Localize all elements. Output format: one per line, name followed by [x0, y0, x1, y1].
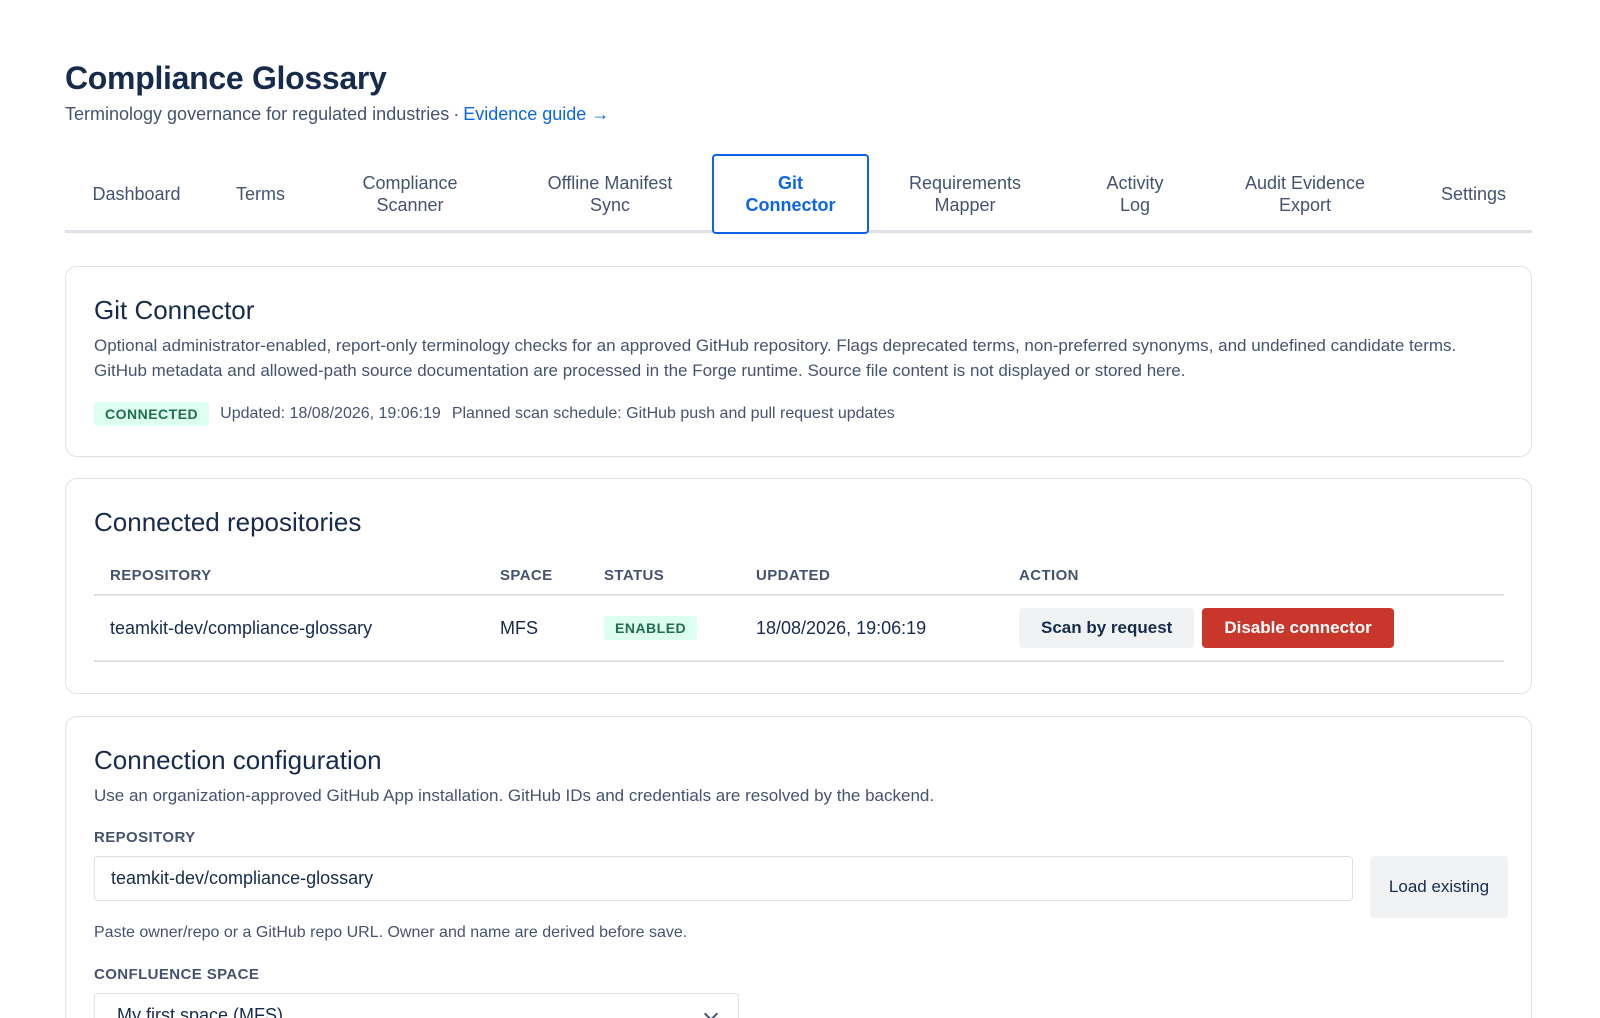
connected-repositories-card: Connected repositories REPOSITORY SPACE …	[65, 478, 1532, 694]
connector-title: Git Connector	[94, 295, 255, 325]
column-header-space: SPACE	[484, 555, 588, 596]
configuration-description: Use an organization-approved GitHub App …	[94, 786, 935, 805]
tab-terms[interactable]: Terms	[208, 154, 313, 234]
subtitle-text: Terminology governance for regulated ind…	[65, 104, 450, 124]
evidence-guide-link[interactable]: Evidence guide →	[463, 104, 609, 124]
connection-configuration-card: Connection configuration Use an organiza…	[65, 716, 1532, 1018]
chevron-down-icon	[703, 1006, 719, 1018]
cell-space: MFS	[484, 595, 588, 662]
cell-status: ENABLED	[588, 595, 740, 662]
repository-input[interactable]	[94, 856, 1353, 901]
subtitle-separator: ·	[453, 104, 460, 124]
configuration-title: Connection configuration	[94, 745, 382, 775]
disable-connector-button[interactable]: Disable connector	[1202, 608, 1394, 648]
app-subtitle: Terminology governance for regulated ind…	[65, 104, 609, 125]
tab-settings[interactable]: Settings	[1415, 154, 1532, 234]
connector-updated: Updated: 18/08/2026, 19:06:19	[220, 405, 441, 422]
table-row: teamkit-dev/compliance-glossary MFS ENAB…	[94, 595, 1504, 662]
scan-schedule: Planned scan schedule: GitHub push and p…	[451, 405, 895, 422]
repositories-table: REPOSITORY SPACE STATUS UPDATED ACTION t…	[94, 555, 1504, 662]
column-header-status: STATUS	[588, 555, 740, 596]
repository-helper-text: Paste owner/repo or a GitHub repo URL. O…	[94, 924, 688, 941]
tab-compliance-scanner[interactable]: Compliance Scanner	[345, 154, 475, 234]
tab-offline-manifest-sync[interactable]: Offline Manifest Sync	[530, 154, 690, 234]
cell-updated: 18/08/2026, 19:06:19	[740, 595, 1003, 662]
tab-bar: Dashboard Terms Compliance Scanner Offli…	[65, 154, 1532, 234]
load-existing-button[interactable]: Load existing	[1370, 856, 1508, 918]
tab-audit-evidence-export[interactable]: Audit Evidence Export	[1230, 154, 1380, 234]
connected-badge: CONNECTED	[94, 402, 210, 426]
connector-description: Optional administrator-enabled, report-o…	[94, 336, 1457, 380]
confluence-space-select[interactable]: My first space (MFS)	[94, 993, 739, 1018]
confluence-space-label: CONFLUENCE SPACE	[94, 966, 260, 983]
tab-activity-log[interactable]: Activity Log	[1085, 154, 1185, 234]
tab-dashboard[interactable]: Dashboard	[65, 154, 208, 234]
scan-by-request-button[interactable]: Scan by request	[1019, 608, 1195, 648]
selected-space-value: My first space (MFS)	[117, 1005, 284, 1018]
table-header-row: REPOSITORY SPACE STATUS UPDATED ACTION	[94, 555, 1504, 596]
column-header-repository: REPOSITORY	[94, 555, 484, 596]
cell-repository: teamkit-dev/compliance-glossary	[94, 595, 484, 662]
repositories-title: Connected repositories	[94, 507, 362, 537]
app-title: Compliance Glossary	[65, 60, 387, 96]
column-header-updated: UPDATED	[740, 555, 1003, 596]
git-connector-card: Git Connector Optional administrator-ena…	[65, 266, 1532, 457]
tab-git-connector[interactable]: Git Connector	[712, 154, 869, 234]
connector-status-row: CONNECTED Updated: 18/08/2026, 19:06:19 …	[94, 402, 895, 426]
enabled-badge: ENABLED	[604, 616, 698, 640]
repository-field-label: REPOSITORY	[94, 829, 196, 846]
cell-action: Scan by request Disable connector	[1003, 595, 1504, 662]
column-header-action: ACTION	[1003, 555, 1504, 596]
tab-requirements-mapper[interactable]: Requirements Mapper	[895, 154, 1035, 234]
